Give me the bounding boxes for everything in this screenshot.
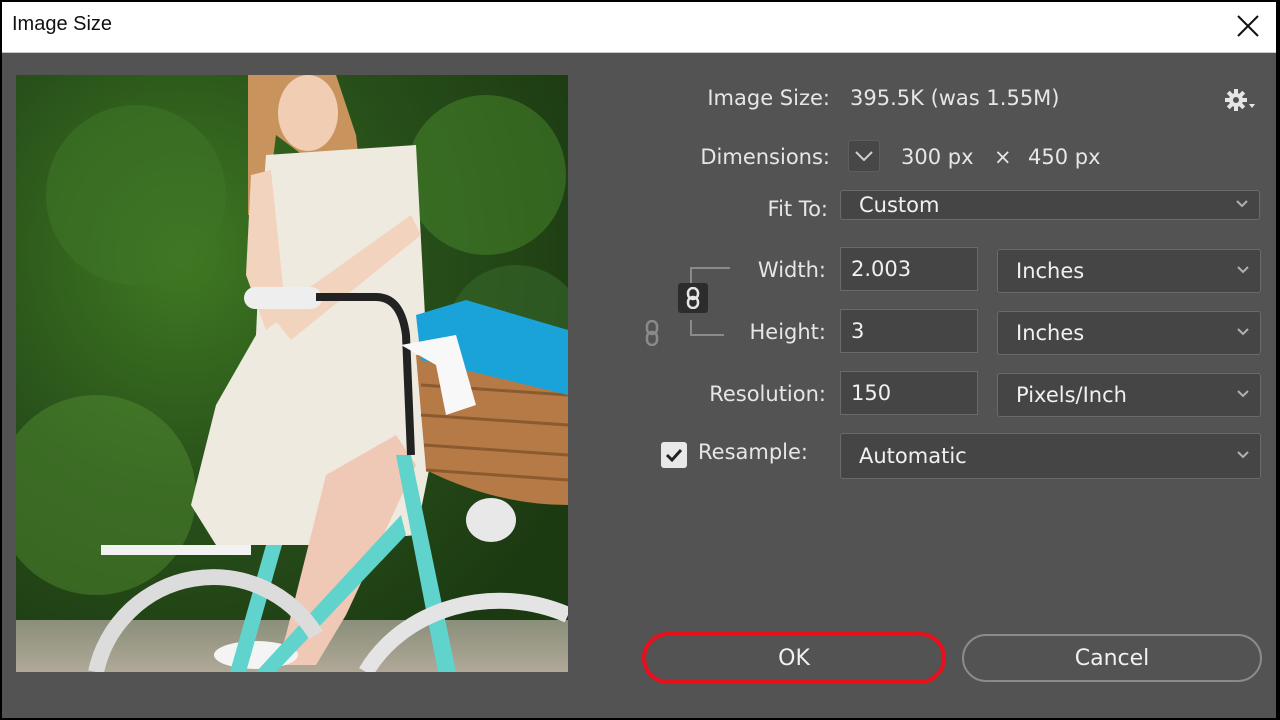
width-label: Width: xyxy=(757,258,826,282)
width-value: 2.003 xyxy=(851,257,912,281)
chevron-down-icon xyxy=(1237,266,1249,274)
title-bar: Image Size xyxy=(2,2,1276,53)
preview-photo xyxy=(16,75,568,672)
resolution-label: Resolution: xyxy=(709,382,826,406)
dimensions-width-px: 300 px xyxy=(901,145,974,169)
headlight xyxy=(466,498,516,542)
width-input[interactable]: 2.003 xyxy=(840,247,978,291)
checkmark-icon xyxy=(665,448,683,463)
rear-rack xyxy=(101,545,251,555)
resample-method-value: Automatic xyxy=(859,444,967,468)
dimensions-unit-toggle[interactable] xyxy=(848,140,880,172)
dimensions-height-px: 450 px xyxy=(1028,145,1101,169)
dimensions-times: × xyxy=(994,145,1012,169)
chain-link-icon xyxy=(686,287,700,309)
chevron-down-icon xyxy=(1236,200,1248,208)
dialog-title: Image Size xyxy=(12,13,113,35)
constrain-bracket-bottom xyxy=(690,320,724,336)
chevron-down-icon xyxy=(855,151,873,162)
resolution-unit-select[interactable]: Pixels/Inch xyxy=(997,373,1261,417)
resample-label: Resample: xyxy=(698,440,808,464)
close-button[interactable] xyxy=(1228,6,1268,46)
close-icon xyxy=(1237,15,1259,37)
settings-button[interactable] xyxy=(1224,88,1260,112)
fit-to-label: Fit To: xyxy=(767,197,828,221)
caret-down-icon xyxy=(1249,104,1255,108)
handlebar-grip xyxy=(244,287,322,309)
foliage-blob xyxy=(406,95,566,255)
resolution-unit-value: Pixels/Inch xyxy=(1016,383,1127,407)
width-unit-value: Inches xyxy=(1016,259,1085,283)
resolution-value: 150 xyxy=(851,381,892,405)
resample-checkbox[interactable] xyxy=(661,442,687,468)
foliage-blob xyxy=(46,105,226,285)
image-preview[interactable] xyxy=(16,75,568,672)
constrain-bracket-top xyxy=(690,267,730,283)
image-size-dialog: Image Size Image Size: 395.5K (was 1.55M… xyxy=(2,2,1276,718)
gear-icon xyxy=(1225,89,1255,111)
constrain-proportions-toggle[interactable] xyxy=(678,283,708,313)
scale-styles-link xyxy=(642,318,662,348)
resolution-input[interactable]: 150 xyxy=(840,371,978,415)
height-label: Height: xyxy=(749,320,827,344)
ok-button[interactable]: OK xyxy=(642,632,946,684)
image-size-label: Image Size: xyxy=(707,86,830,110)
height-input[interactable]: 3 xyxy=(840,309,978,353)
face xyxy=(278,75,338,151)
image-size-value: 395.5K (was 1.55M) xyxy=(850,86,1060,110)
height-value: 3 xyxy=(851,319,865,343)
width-unit-select[interactable]: Inches xyxy=(997,249,1261,293)
height-unit-value: Inches xyxy=(1016,321,1085,345)
cancel-button[interactable]: Cancel xyxy=(962,634,1262,682)
chevron-down-icon xyxy=(1237,390,1249,398)
resample-method-select[interactable]: Automatic xyxy=(840,433,1261,479)
fit-to-value: Custom xyxy=(859,193,940,217)
chain-link-icon xyxy=(645,320,659,346)
fit-to-select[interactable]: Custom xyxy=(840,190,1260,220)
chevron-down-icon xyxy=(1237,328,1249,336)
chevron-down-icon xyxy=(1237,451,1249,459)
dimensions-label: Dimensions: xyxy=(700,145,830,169)
height-unit-select[interactable]: Inches xyxy=(997,311,1261,355)
